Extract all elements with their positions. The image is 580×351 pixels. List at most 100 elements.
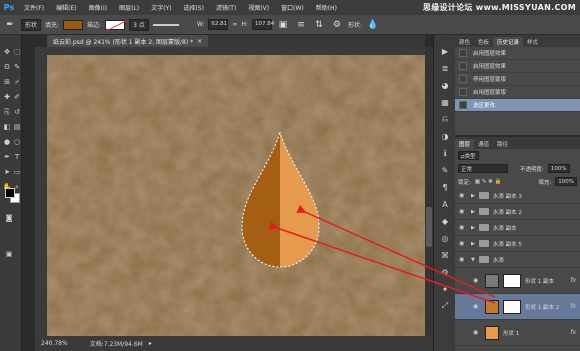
color-wheel-icon[interactable]: ◕ — [439, 79, 451, 91]
layer-row[interactable]: ◉ ▶ 水滴 副本 5 — [455, 236, 580, 252]
character-icon[interactable]: A — [439, 198, 451, 210]
type-tool-icon[interactable]: T — [12, 152, 22, 162]
zoom-level[interactable]: 240.78% — [41, 340, 68, 347]
expand-down-icon[interactable]: ▼ — [471, 257, 475, 263]
eraser-tool-icon[interactable]: ◧ — [2, 122, 12, 132]
layer-row[interactable]: ◉ 形状 1 副本 2 fx — [455, 294, 580, 320]
lasso-tool-icon[interactable]: ʘ — [2, 62, 12, 72]
layers-tab[interactable]: 图层 — [455, 139, 475, 149]
expand-right-icon[interactable]: ▶ — [471, 193, 475, 199]
move-tool-icon[interactable]: ✥ — [2, 47, 12, 57]
width-input[interactable]: 62.81 — [208, 19, 229, 30]
quick-select-tool-icon[interactable]: ✎ — [12, 62, 22, 72]
menu-item[interactable]: 图像(I) — [83, 3, 113, 12]
layer-row[interactable]: ◉ ▼ 水滴 — [455, 252, 580, 268]
history-item[interactable]: 启用图层蒙版 — [455, 86, 580, 99]
link-icon[interactable]: ∞ — [232, 21, 237, 28]
path-arrangement-icon[interactable]: ⇅ — [312, 18, 326, 32]
stroke-swatch[interactable] — [105, 19, 127, 31]
opacity-input[interactable]: 100% — [547, 164, 570, 173]
layer-filter-select[interactable]: ρ类型 — [458, 151, 479, 160]
layers-tab[interactable]: 通道 — [474, 139, 493, 149]
visibility-eye-icon[interactable]: ◉ — [459, 208, 467, 215]
visibility-eye-icon[interactable]: ◉ — [459, 224, 467, 231]
shape-tool-icon[interactable]: ▭ — [12, 167, 22, 177]
history-item[interactable]: 启用图层效果 — [455, 60, 580, 73]
menu-item[interactable]: 滤镜(T) — [210, 3, 242, 12]
history-icon[interactable]: ⎌ — [439, 113, 451, 125]
play-icon[interactable]: ▶ — [439, 45, 451, 57]
settings-gear-icon[interactable]: ⚙ — [330, 18, 344, 32]
layer-row[interactable]: ◉ ▶ 水滴 副本 2 — [455, 204, 580, 220]
visibility-eye-icon[interactable]: ◉ — [473, 277, 481, 284]
paths-icon[interactable]: ⌘ — [439, 249, 451, 261]
mode-select[interactable]: 形状 — [21, 18, 42, 31]
vertical-scrollbar[interactable] — [425, 47, 433, 336]
close-icon[interactable]: × — [197, 38, 202, 45]
history-snapshot-checkbox[interactable] — [459, 75, 467, 83]
menu-item[interactable]: 文字(Y) — [145, 3, 177, 12]
expand-right-icon[interactable]: ▶ — [471, 241, 475, 247]
clone-tool-icon[interactable]: ⎘ — [2, 107, 12, 117]
dodge-tool-icon[interactable]: ○ — [12, 137, 22, 147]
transform-icon[interactable]: ⤢ — [439, 300, 451, 312]
path-alignment-icon[interactable]: ≡ — [294, 18, 308, 32]
channels-icon[interactable]: ◎ — [439, 232, 451, 244]
stroke-size-select[interactable]: 3 点 — [129, 18, 149, 31]
canvas[interactable] — [47, 55, 425, 336]
lock-icons[interactable]: ▦ ✎ ✥ 🔒 — [475, 179, 502, 185]
paragraph-icon[interactable]: ¶ — [439, 181, 451, 193]
layers-tab[interactable]: 路径 — [493, 139, 512, 149]
history-tab[interactable]: 色板 — [474, 37, 493, 47]
menu-item[interactable]: 文件(F) — [18, 3, 50, 12]
history-tab[interactable]: 颜色 — [455, 37, 474, 47]
menu-item[interactable]: 图层(L) — [113, 3, 145, 12]
swatches-icon[interactable]: ▦ — [439, 96, 451, 108]
document-tab[interactable]: 纸云彩.psd @ 241% (形状 1 副本 2, 图层蒙版/8) * × — [47, 35, 209, 47]
history-item[interactable]: 选区更改 — [455, 99, 580, 112]
history-snapshot-checkbox[interactable] — [459, 62, 467, 70]
layer-row[interactable]: ◉ 形状 1 副本 fx — [455, 268, 580, 294]
menu-item[interactable]: 帮助(H) — [310, 3, 343, 12]
fx-icon[interactable]: fx — [570, 303, 576, 310]
healing-tool-icon[interactable]: ✚ — [2, 92, 12, 102]
visibility-eye-icon[interactable]: ◉ — [459, 240, 467, 247]
styles-icon[interactable]: ✦ — [439, 283, 451, 295]
scrollbar-thumb[interactable] — [426, 207, 432, 247]
history-brush-tool-icon[interactable]: ↺ — [12, 107, 22, 117]
brush-tool-icon[interactable]: ✐ — [12, 92, 22, 102]
crop-tool-icon[interactable]: ⊞ — [2, 77, 12, 87]
layer-mask-thumbnail[interactable] — [503, 273, 521, 288]
history-item[interactable]: 停用图层蒙版 — [455, 73, 580, 86]
screen-mode-icon[interactable]: ▣ — [4, 249, 14, 259]
fill-input[interactable]: 100% — [555, 177, 577, 186]
drop-shape-icon[interactable]: 💧 — [366, 18, 380, 32]
gradient-tool-icon[interactable]: ▤ — [12, 122, 22, 132]
fill-swatch[interactable] — [63, 19, 84, 30]
actions-icon[interactable]: ≣ — [439, 62, 451, 74]
properties-icon[interactable]: ⚙ — [439, 266, 451, 278]
layer-row[interactable]: ◉ ▶ 水滴 副本 3 — [455, 188, 580, 204]
menu-item[interactable]: 视图(V) — [242, 3, 275, 12]
history-item[interactable]: 启用图层效果 — [455, 47, 580, 60]
menu-item[interactable]: 编辑(E) — [50, 3, 82, 12]
marquee-tool-icon[interactable]: ⬚ — [12, 47, 22, 57]
path-select-tool-icon[interactable]: ➤ — [2, 167, 12, 177]
info-icon[interactable]: ℹ — [439, 147, 451, 159]
layer-row[interactable]: ◉ ▶ 水滴 副本 — [455, 220, 580, 236]
history-snapshot-checkbox[interactable] — [459, 49, 467, 57]
height-input[interactable]: 107.84 — [251, 19, 274, 30]
quick-mask-icon[interactable]: ◙ — [4, 213, 14, 223]
stroke-type-select[interactable] — [152, 23, 179, 26]
foreground-color-swatch[interactable] — [5, 188, 15, 198]
menu-item[interactable]: 选择(S) — [177, 3, 210, 12]
history-tab[interactable]: 样式 — [523, 37, 542, 47]
history-snapshot-checkbox[interactable] — [459, 88, 467, 96]
pen-tool-icon[interactable]: ✒ — [3, 18, 17, 32]
eyedropper-tool-icon[interactable]: ⌿ — [12, 77, 22, 87]
blur-tool-icon[interactable]: ● — [2, 137, 12, 147]
visibility-eye-icon[interactable]: ◉ — [473, 329, 481, 336]
menu-item[interactable]: 窗口(W) — [275, 3, 310, 12]
visibility-eye-icon[interactable]: ◉ — [459, 192, 467, 199]
layers-icon[interactable]: ◆ — [439, 215, 451, 227]
